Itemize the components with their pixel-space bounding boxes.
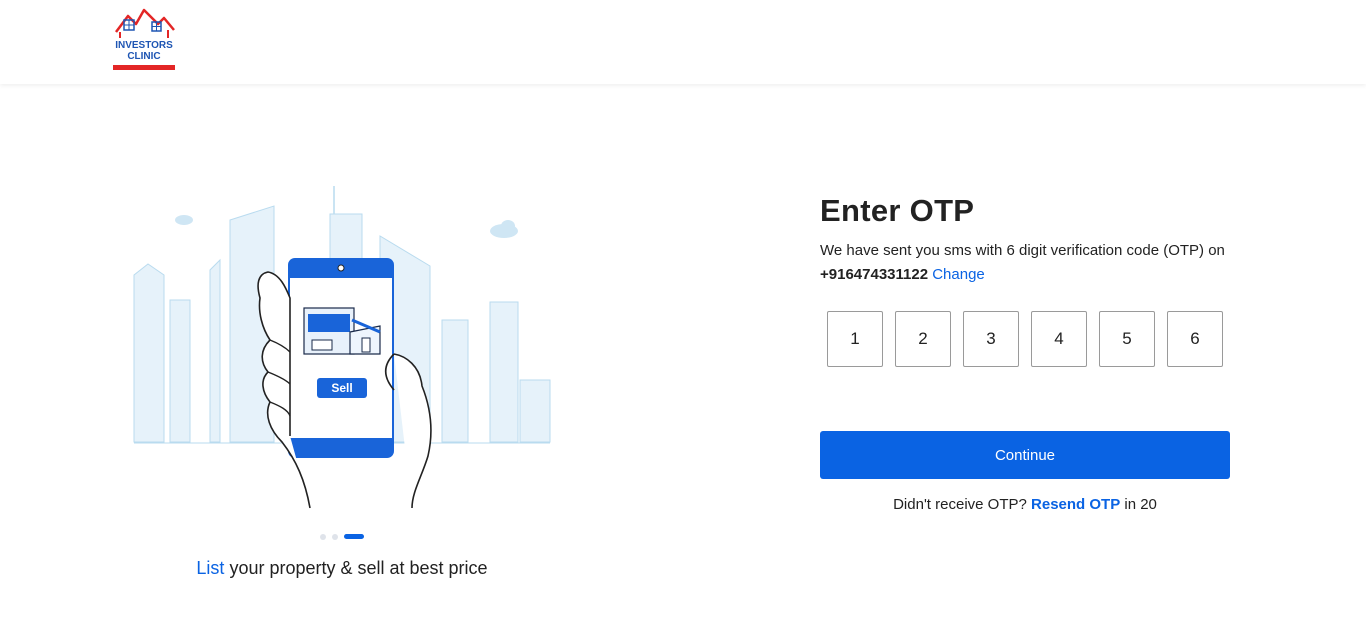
- city-phone-hand-graphic: Sell: [133, 186, 551, 509]
- carousel-caption: List your property & sell at best price: [186, 556, 498, 580]
- otp-digit-4[interactable]: [1031, 311, 1087, 367]
- otp-digit-6[interactable]: [1167, 311, 1223, 367]
- otp-digit-2[interactable]: [895, 311, 951, 367]
- caption-highlight: List: [196, 558, 225, 578]
- page-title: Enter OTP: [820, 193, 975, 228]
- svg-text:CLINIC: CLINIC: [127, 51, 160, 62]
- otp-instructions: We have sent you sms with 6 digit verifi…: [820, 239, 1240, 287]
- phone-number: +916474331122: [820, 266, 929, 283]
- svg-text:INVESTORS: INVESTORS: [115, 40, 173, 51]
- sell-property-illustration: Sell: [130, 180, 554, 512]
- sell-label: Sell: [331, 381, 352, 395]
- continue-button[interactable]: Continue: [820, 431, 1230, 479]
- resend-timer: in 20: [1120, 496, 1157, 513]
- investors-clinic-logo[interactable]: INVESTORS CLINIC: [112, 6, 176, 72]
- carousel-indicator: [318, 533, 368, 541]
- resend-otp-line: Didn't receive OTP? Resend OTP in 20: [820, 494, 1230, 516]
- carousel-dot-1[interactable]: [320, 534, 326, 540]
- carousel-dot-3[interactable]: [344, 534, 364, 539]
- otp-digit-1[interactable]: [827, 311, 883, 367]
- otp-input-group: [827, 311, 1227, 367]
- caption-text: your property & sell at best price: [224, 558, 488, 578]
- carousel-dot-2[interactable]: [332, 534, 338, 540]
- otp-instruction-text: We have sent you sms with 6 digit verifi…: [820, 242, 1225, 259]
- site-header: INVESTORS CLINIC: [0, 0, 1366, 84]
- resend-otp-link[interactable]: Resend OTP: [1031, 496, 1120, 513]
- logo-graphic: INVESTORS CLINIC: [113, 8, 175, 70]
- otp-digit-3[interactable]: [963, 311, 1019, 367]
- change-number-link[interactable]: Change: [932, 266, 985, 283]
- otp-digit-5[interactable]: [1099, 311, 1155, 367]
- resend-prefix: Didn't receive OTP?: [893, 496, 1032, 513]
